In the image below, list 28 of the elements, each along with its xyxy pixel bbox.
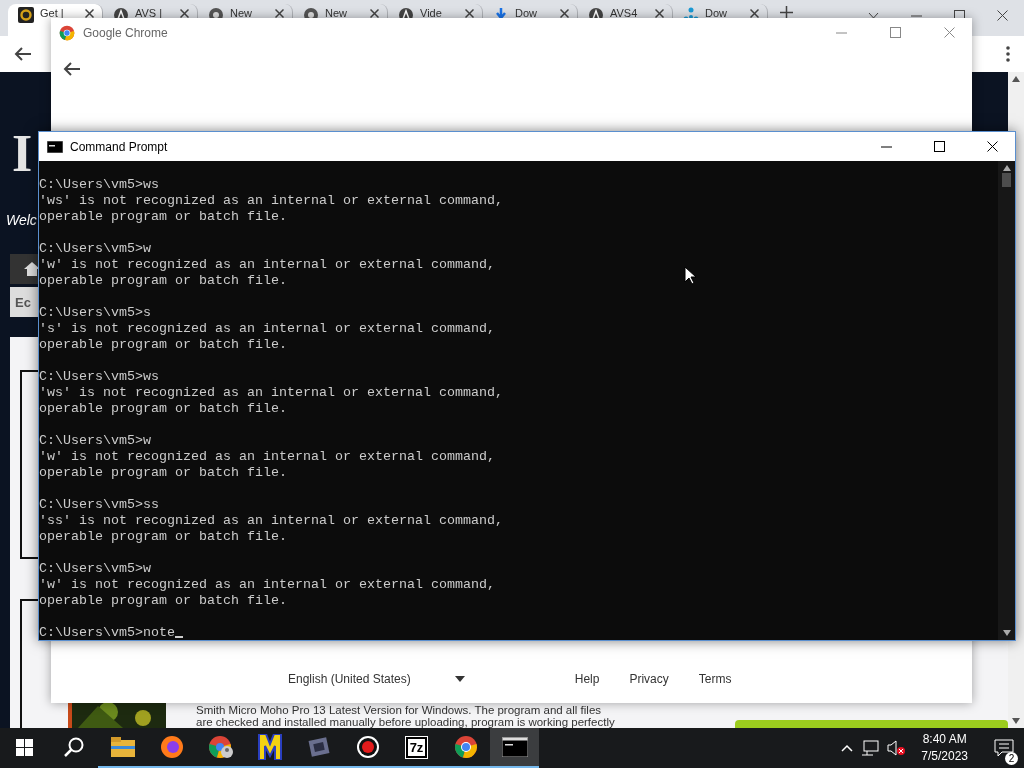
article-text: Smith Micro Moho Pro 13 Latest Version for Windows. The program and all files — [196, 704, 603, 716]
welcome-text: Welc — [6, 212, 37, 228]
console-line: operable program or batch file. — [39, 209, 287, 225]
console-line: C:\Users\vm5>ws — [39, 369, 159, 385]
article-text: are checked and installed manually before uploading, program is working perfectly — [196, 716, 616, 728]
console-line: C:\Users\vm5>w — [39, 561, 151, 577]
console-line: operable program or batch file. — [39, 337, 287, 353]
7z-icon: 7z — [405, 736, 428, 758]
window-title: Google Chrome — [83, 25, 168, 40]
console-line: 'ws' is not recognized as an internal or external command, — [39, 193, 503, 209]
console-line: 'w' is not recognized as an internal or external command, — [39, 449, 495, 465]
console-line: 'ws' is not recognized as an internal or external command, — [39, 385, 503, 401]
console-line: operable program or batch file. — [39, 593, 287, 609]
console-line: C:\Users\vm5>ss — [39, 497, 159, 513]
site-logo: I — [12, 128, 33, 180]
console-line: operable program or batch file. — [39, 465, 287, 481]
window-title: Command Prompt — [70, 139, 168, 154]
console-line: 'w' is not recognized as an internal or external command, — [39, 577, 495, 593]
console-line: operable program or batch file. — [39, 273, 287, 289]
console-line: operable program or batch file. — [39, 401, 287, 417]
console-line: 'w' is not recognized as an internal or external command, — [39, 257, 495, 273]
console-line: 'ss' is not recognized as an internal or external command, — [39, 513, 503, 529]
console-line: C:\Users\vm5>w — [39, 433, 151, 449]
console-line: C:\Users\vm5>ws — [39, 177, 159, 193]
console-line: 's' is not recognized as an internal or external command, — [39, 321, 495, 337]
console-line: C:\Users\vm5>w — [39, 241, 151, 257]
notification-count: 2 — [1005, 752, 1018, 765]
console-line: operable program or batch file. — [39, 529, 287, 545]
